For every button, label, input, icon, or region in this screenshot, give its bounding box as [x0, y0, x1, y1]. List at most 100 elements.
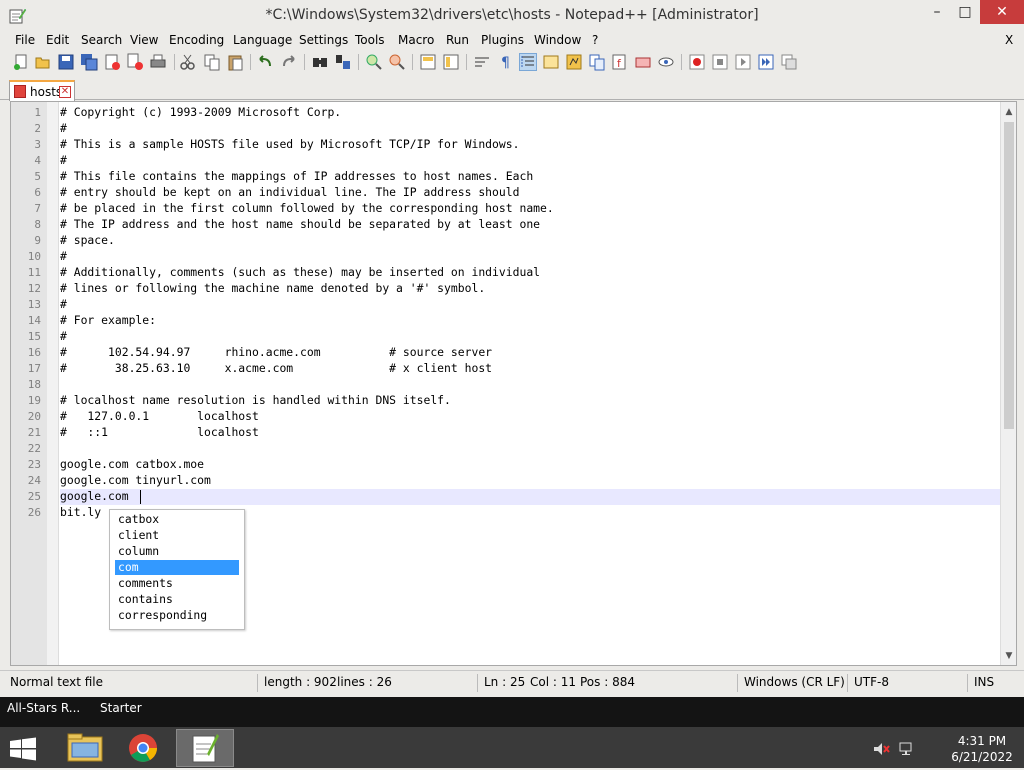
print-icon[interactable]	[149, 53, 167, 71]
vertical-scrollbar[interactable]: ▲ ▼	[1000, 102, 1016, 665]
new-file-icon[interactable]	[12, 53, 30, 71]
paste-icon[interactable]	[226, 53, 244, 71]
line-number: 26	[27, 506, 41, 519]
close-icon[interactable]	[103, 53, 121, 71]
scrollbar-thumb[interactable]	[1004, 122, 1014, 429]
volume-muted-icon[interactable]	[872, 741, 890, 760]
eye-icon[interactable]	[657, 53, 675, 71]
doc-map-icon[interactable]	[565, 53, 583, 71]
zoom-in-icon[interactable]	[365, 53, 383, 71]
sync-horizontal-icon[interactable]	[442, 53, 460, 71]
status-position: Pos : 884	[580, 675, 635, 689]
show-all-chars-icon[interactable]: ¶	[496, 53, 514, 71]
code-line: #	[60, 121, 67, 135]
tab-hosts[interactable]: hosts ✕	[9, 80, 75, 101]
code-line: google.com catbox.moe	[60, 457, 205, 471]
save-macro-icon[interactable]	[780, 53, 798, 71]
autocomplete-item[interactable]: column	[115, 544, 239, 559]
function-list-icon[interactable]	[588, 53, 606, 71]
menu-settings[interactable]: Settings	[299, 33, 348, 47]
maximize-button[interactable]: □	[950, 0, 980, 24]
fold-margin[interactable]	[47, 102, 59, 665]
line-number: 25	[27, 490, 41, 503]
cut-icon[interactable]	[179, 53, 197, 71]
autocomplete-item-selected[interactable]: com	[115, 560, 239, 575]
autocomplete-item[interactable]: client	[115, 528, 239, 543]
autocomplete-item[interactable]: contains	[115, 592, 239, 607]
autocomplete-item[interactable]: comments	[115, 576, 239, 591]
menu-language[interactable]: Language	[233, 33, 292, 47]
user-defined-language-icon[interactable]	[542, 53, 560, 71]
replace-icon[interactable]	[334, 53, 352, 71]
save-icon[interactable]	[57, 53, 75, 71]
clock-date[interactable]: 6/21/2022	[948, 750, 1016, 764]
open-file-icon[interactable]	[34, 53, 52, 71]
record-macro-icon[interactable]	[688, 53, 706, 71]
toolbar-link-starter[interactable]: Starter	[100, 701, 142, 715]
menu-window[interactable]: Window	[534, 33, 581, 47]
line-number: 1	[34, 106, 41, 119]
play-macro-icon[interactable]	[734, 53, 752, 71]
run-macro-multiple-icon[interactable]	[757, 53, 775, 71]
menu-view[interactable]: View	[130, 33, 158, 47]
code-line: # The IP address and the host name shoul…	[60, 217, 541, 231]
status-line-number: Ln : 25	[484, 675, 526, 689]
close-all-icon[interactable]	[126, 53, 144, 71]
network-icon[interactable]	[898, 741, 916, 760]
clock-time[interactable]: 4:31 PM	[952, 734, 1012, 748]
code-line: # 102.54.94.97 rhino.acme.com # source s…	[60, 345, 493, 359]
svg-text:¶: ¶	[501, 55, 510, 71]
menu-run[interactable]: Run	[446, 33, 469, 47]
toolbar: ¶ f	[0, 51, 1024, 73]
word-wrap-icon[interactable]	[473, 53, 491, 71]
title-bar: *C:\Windows\System32\drivers\etc\hosts -…	[0, 0, 1024, 31]
menu-search[interactable]: Search	[81, 33, 122, 47]
save-all-icon[interactable]	[80, 53, 98, 71]
scroll-down-arrow-icon[interactable]: ▼	[1001, 648, 1017, 664]
menu-help[interactable]: ?	[592, 33, 598, 47]
line-number: 16	[27, 346, 41, 359]
stop-macro-icon[interactable]	[711, 53, 729, 71]
zoom-out-icon[interactable]	[388, 53, 406, 71]
copy-icon[interactable]	[203, 53, 221, 71]
menu-tools[interactable]: Tools	[355, 33, 385, 47]
line-number: 8	[34, 218, 41, 231]
close-tab-button[interactable]: ✕	[59, 86, 71, 98]
autocomplete-item[interactable]: catbox	[115, 512, 239, 527]
code-line: # Copyright (c) 1993-2009 Microsoft Corp…	[60, 105, 342, 119]
sync-vertical-icon[interactable]	[419, 53, 437, 71]
menu-encoding[interactable]: Encoding	[169, 33, 224, 47]
menu-file[interactable]: File	[15, 33, 35, 47]
line-number: 20	[27, 410, 41, 423]
line-number: 9	[34, 234, 41, 247]
scroll-up-arrow-icon[interactable]: ▲	[1001, 104, 1017, 120]
indent-guide-icon[interactable]	[519, 53, 537, 71]
find-icon[interactable]	[311, 53, 329, 71]
code-line: # localhost name resolution is handled w…	[60, 393, 451, 407]
toolbar-link-all-stars[interactable]: All-Stars R...	[7, 701, 80, 715]
autocomplete-item[interactable]: corresponding	[115, 608, 239, 623]
redo-icon[interactable]	[280, 53, 298, 71]
code-line: # be placed in the first column followed…	[60, 201, 554, 215]
menu-macro[interactable]: Macro	[398, 33, 434, 47]
folder-workspace-icon[interactable]: f	[611, 53, 629, 71]
notepad-plus-plus-taskbar-icon[interactable]	[176, 729, 234, 767]
windows-start-icon[interactable]	[8, 737, 38, 761]
line-number: 3	[34, 138, 41, 151]
code-line: #	[60, 153, 67, 167]
taskbar: 4:31 PM 6/21/2022	[0, 727, 1024, 768]
autocomplete-list[interactable]: catbox client column com comments contai…	[109, 509, 245, 630]
minimize-button[interactable]: –	[922, 0, 952, 24]
monitoring-icon[interactable]	[634, 53, 652, 71]
line-number: 4	[34, 154, 41, 167]
close-document-button[interactable]: X	[1005, 33, 1013, 47]
text-caret	[140, 490, 141, 504]
undo-icon[interactable]	[256, 53, 274, 71]
file-explorer-icon[interactable]	[56, 729, 114, 767]
menu-plugins[interactable]: Plugins	[481, 33, 524, 47]
chrome-icon[interactable]	[114, 729, 172, 767]
close-window-button[interactable]: ✕	[980, 0, 1024, 24]
menu-edit[interactable]: Edit	[46, 33, 69, 47]
code-line: # Additionally, comments (such as these)…	[60, 265, 541, 279]
line-number: 13	[27, 298, 41, 311]
